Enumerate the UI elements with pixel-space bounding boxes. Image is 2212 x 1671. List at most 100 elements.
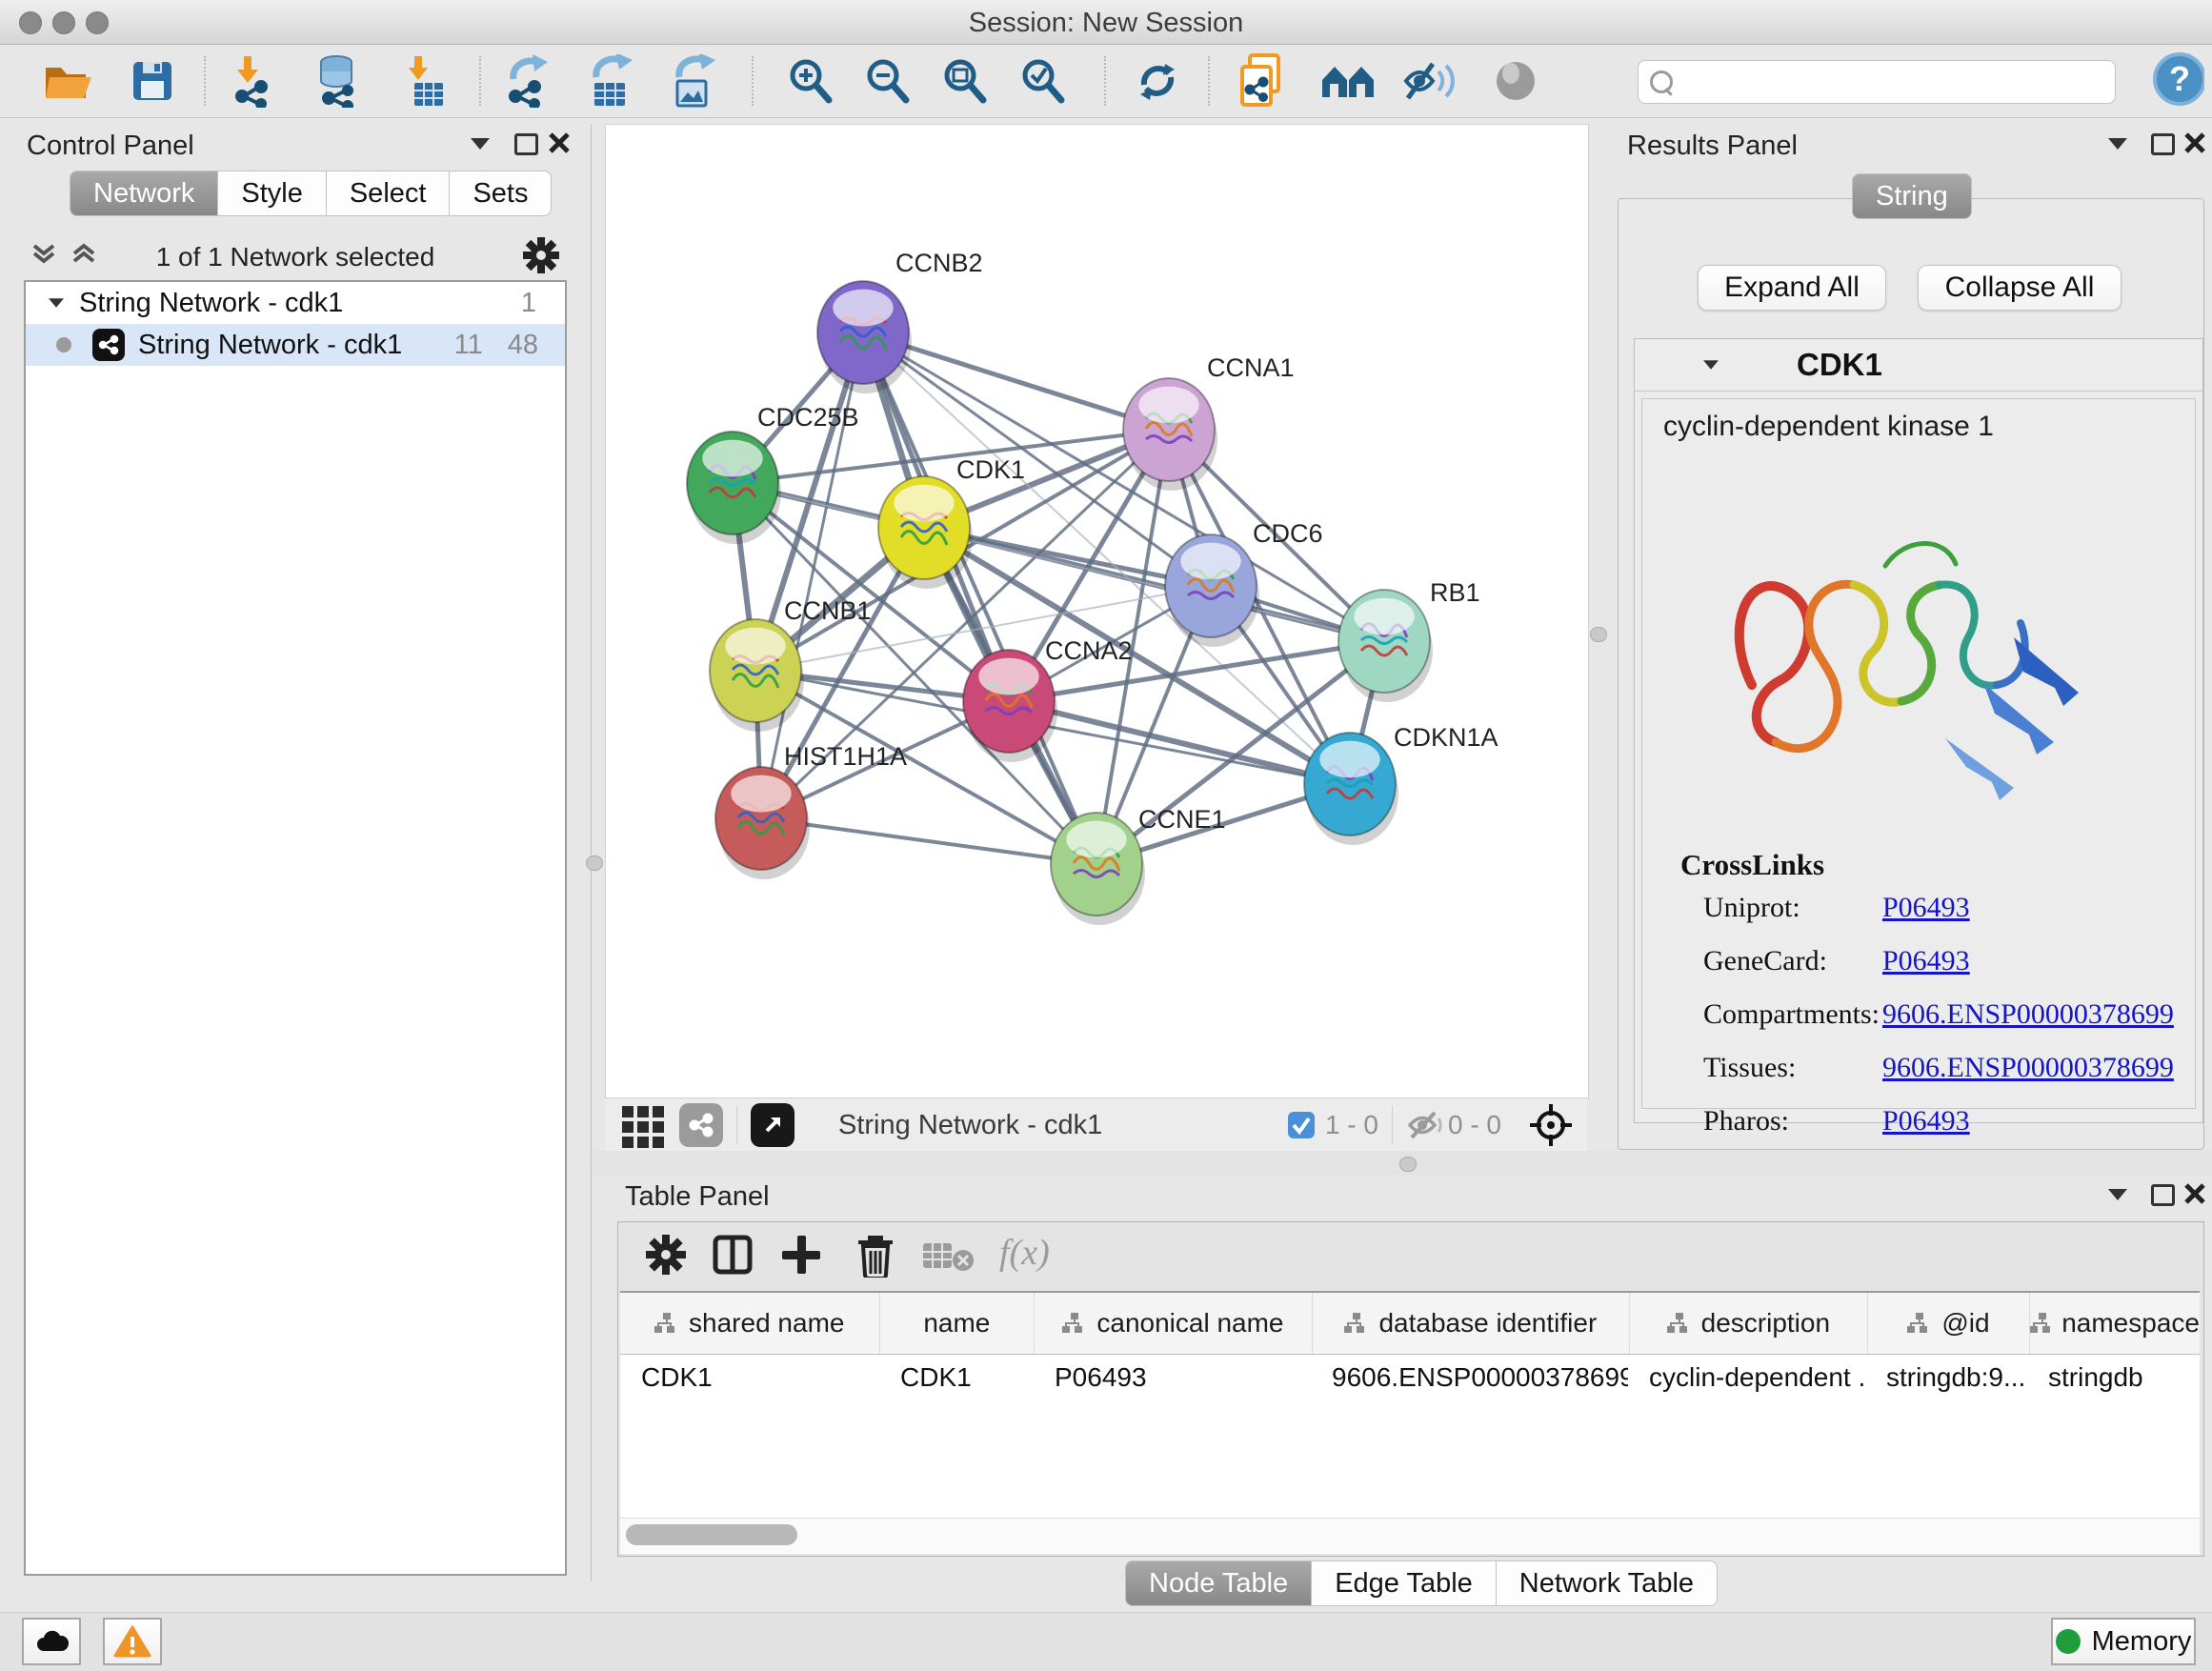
scrollbar-thumb[interactable]: [626, 1524, 797, 1545]
tab-edge-table[interactable]: Edge Table: [1311, 1560, 1497, 1606]
cell-database-identifier[interactable]: 9606.ENSP00000378699: [1311, 1362, 1628, 1393]
network-options-gear-icon[interactable]: [522, 236, 560, 274]
node-CCNE1[interactable]: CCNE1: [1051, 805, 1226, 925]
collection-expander-icon[interactable]: [49, 298, 64, 308]
horizontal-splitter[interactable]: [592, 1151, 2212, 1176]
copy-network-icon[interactable]: [1237, 54, 1291, 108]
cell-name[interactable]: CDK1: [879, 1362, 1034, 1393]
node-HIST1H1A[interactable]: HIST1H1A: [715, 742, 907, 879]
edge-HIST1H1A-CCNE1[interactable]: [761, 818, 1096, 864]
zoom-in-icon[interactable]: [783, 54, 836, 108]
crosslink-link[interactable]: P06493: [1882, 892, 2195, 924]
results-panel-menu-icon[interactable]: [2108, 138, 2127, 150]
edge-CCNB2-CCNE1[interactable]: [863, 332, 1096, 864]
show-columns-icon[interactable]: [712, 1234, 754, 1276]
gene-expander-icon[interactable]: [1703, 360, 1719, 370]
horizontal-splitter-handle[interactable]: [1399, 1157, 1417, 1172]
control-panel-close-icon[interactable]: [548, 131, 571, 154]
tab-node-table[interactable]: Node Table: [1125, 1560, 1312, 1606]
table-row[interactable]: CDK1 CDK1 P06493 9606.ENSP00000378699 cy…: [620, 1355, 2200, 1400]
gene-details: cyclin-dependent kinase 1: [1641, 398, 2196, 1109]
node-CDKN1A[interactable]: CDKN1A: [1304, 723, 1498, 845]
right-splitter-handle[interactable]: [1590, 627, 1607, 642]
results-panel-tabs: String: [1853, 173, 1972, 219]
open-session-icon[interactable]: [42, 54, 95, 108]
cell-canonical-name[interactable]: P06493: [1034, 1362, 1311, 1393]
fit-selected-crosshair-icon[interactable]: [1528, 1102, 1574, 1148]
expand-all-networks-icon[interactable]: [69, 240, 103, 269]
results-panel-close-icon[interactable]: [2183, 131, 2206, 154]
save-session-icon[interactable]: [126, 54, 179, 108]
tab-sets[interactable]: Sets: [449, 171, 552, 216]
tab-string[interactable]: String: [1852, 173, 1972, 219]
node-RB1[interactable]: RB1: [1338, 578, 1480, 702]
show-graphics-details-icon[interactable]: [1489, 54, 1542, 108]
export-network-icon[interactable]: [502, 54, 555, 108]
node-CCNB2[interactable]: CCNB2: [817, 249, 983, 393]
network-share-view-icon[interactable]: [679, 1103, 723, 1147]
cell-id[interactable]: stringdb:9...: [1865, 1362, 2027, 1393]
refresh-icon[interactable]: [1131, 54, 1184, 108]
export-table-icon[interactable]: [583, 54, 636, 108]
zoom-out-icon[interactable]: [860, 54, 914, 108]
zoom-fit-icon[interactable]: [937, 54, 991, 108]
column-header-shared-name[interactable]: shared name: [620, 1293, 880, 1354]
column-header-id[interactable]: @id: [1868, 1293, 2031, 1354]
tab-style[interactable]: Style: [217, 171, 326, 216]
control-panel-menu-icon[interactable]: [471, 138, 490, 150]
warning-status-button[interactable]: [103, 1618, 162, 1665]
zoom-selected-icon[interactable]: [1016, 54, 1069, 108]
birdseye-view-icon[interactable]: [751, 1103, 794, 1147]
table-panel-menu-icon[interactable]: [2108, 1189, 2127, 1200]
table-options-gear-icon[interactable]: [645, 1234, 687, 1276]
collapse-all-button[interactable]: Collapse All: [1918, 265, 2122, 311]
table-panel-close-icon[interactable]: [2183, 1182, 2206, 1205]
tab-select[interactable]: Select: [326, 171, 451, 216]
import-table-icon[interactable]: [399, 54, 452, 108]
cell-description[interactable]: cyclin-dependent ...: [1628, 1362, 1865, 1393]
delete-column-trash-icon[interactable]: [855, 1232, 896, 1278]
help-button[interactable]: ?: [2151, 52, 2204, 106]
collapse-all-networks-icon[interactable]: [29, 240, 63, 269]
expand-all-button[interactable]: Expand All: [1698, 265, 1886, 311]
column-header-database-identifier[interactable]: database identifier: [1313, 1293, 1630, 1354]
search-field[interactable]: [1638, 60, 2116, 104]
column-header-name[interactable]: name: [880, 1293, 1036, 1354]
node-CDK1[interactable]: CDK1: [878, 455, 1025, 589]
left-splitter-handle[interactable]: [586, 856, 603, 871]
cell-shared-name[interactable]: CDK1: [620, 1362, 879, 1393]
node-CDC6[interactable]: CDC6: [1165, 519, 1323, 647]
network-row-selected[interactable]: String Network - cdk1 11 48: [26, 324, 565, 366]
import-network-from-database-icon[interactable]: [312, 54, 366, 108]
control-panel-float-icon[interactable]: [514, 133, 538, 155]
memory-status-button[interactable]: Memory: [2051, 1618, 2196, 1665]
grid-view-icon[interactable]: [620, 1102, 666, 1148]
hide-graphics-details-icon[interactable]: [1402, 54, 1456, 108]
column-header-description[interactable]: description: [1630, 1293, 1868, 1354]
create-column-plus-icon[interactable]: [780, 1234, 822, 1276]
network-graph[interactable]: CCNB2CCNA1CDC25BCDK1CDC6RB1CCNB1CCNA2CDK…: [606, 125, 1588, 1098]
crosslink-link[interactable]: 9606.ENSP00000378699: [1882, 1052, 2195, 1084]
gene-header[interactable]: CDK1: [1635, 339, 2202, 392]
network-canvas[interactable]: CCNB2CCNA1CDC25BCDK1CDC6RB1CCNB1CCNA2CDK…: [605, 124, 1589, 1099]
tab-network[interactable]: Network: [70, 171, 218, 216]
selected-checkbox-icon[interactable]: [1287, 1111, 1316, 1139]
node-CCNA2[interactable]: CCNA2: [963, 636, 1133, 762]
tab-network-table[interactable]: Network Table: [1496, 1560, 1718, 1606]
table-horizontal-scrollbar[interactable]: [620, 1518, 2200, 1553]
cell-namespace[interactable]: stringdb: [2027, 1362, 2197, 1393]
results-panel-float-icon[interactable]: [2151, 133, 2175, 155]
crosslink-link[interactable]: P06493: [1882, 1105, 2195, 1137]
column-header-namespace[interactable]: namespace: [2030, 1293, 2200, 1354]
import-network-icon[interactable]: [229, 54, 282, 108]
search-input[interactable]: [1680, 67, 2115, 98]
string-network-icon: [92, 329, 125, 361]
export-image-icon[interactable]: [666, 54, 719, 108]
cloud-status-button[interactable]: [22, 1618, 81, 1665]
network-collection-row[interactable]: String Network - cdk1 1: [26, 282, 565, 324]
crosslink-link[interactable]: P06493: [1882, 945, 2195, 977]
overview-houses-icon[interactable]: [1320, 54, 1374, 108]
column-header-canonical-name[interactable]: canonical name: [1035, 1293, 1312, 1354]
crosslink-link[interactable]: 9606.ENSP00000378699: [1882, 998, 2195, 1031]
table-panel-float-icon[interactable]: [2151, 1184, 2175, 1206]
